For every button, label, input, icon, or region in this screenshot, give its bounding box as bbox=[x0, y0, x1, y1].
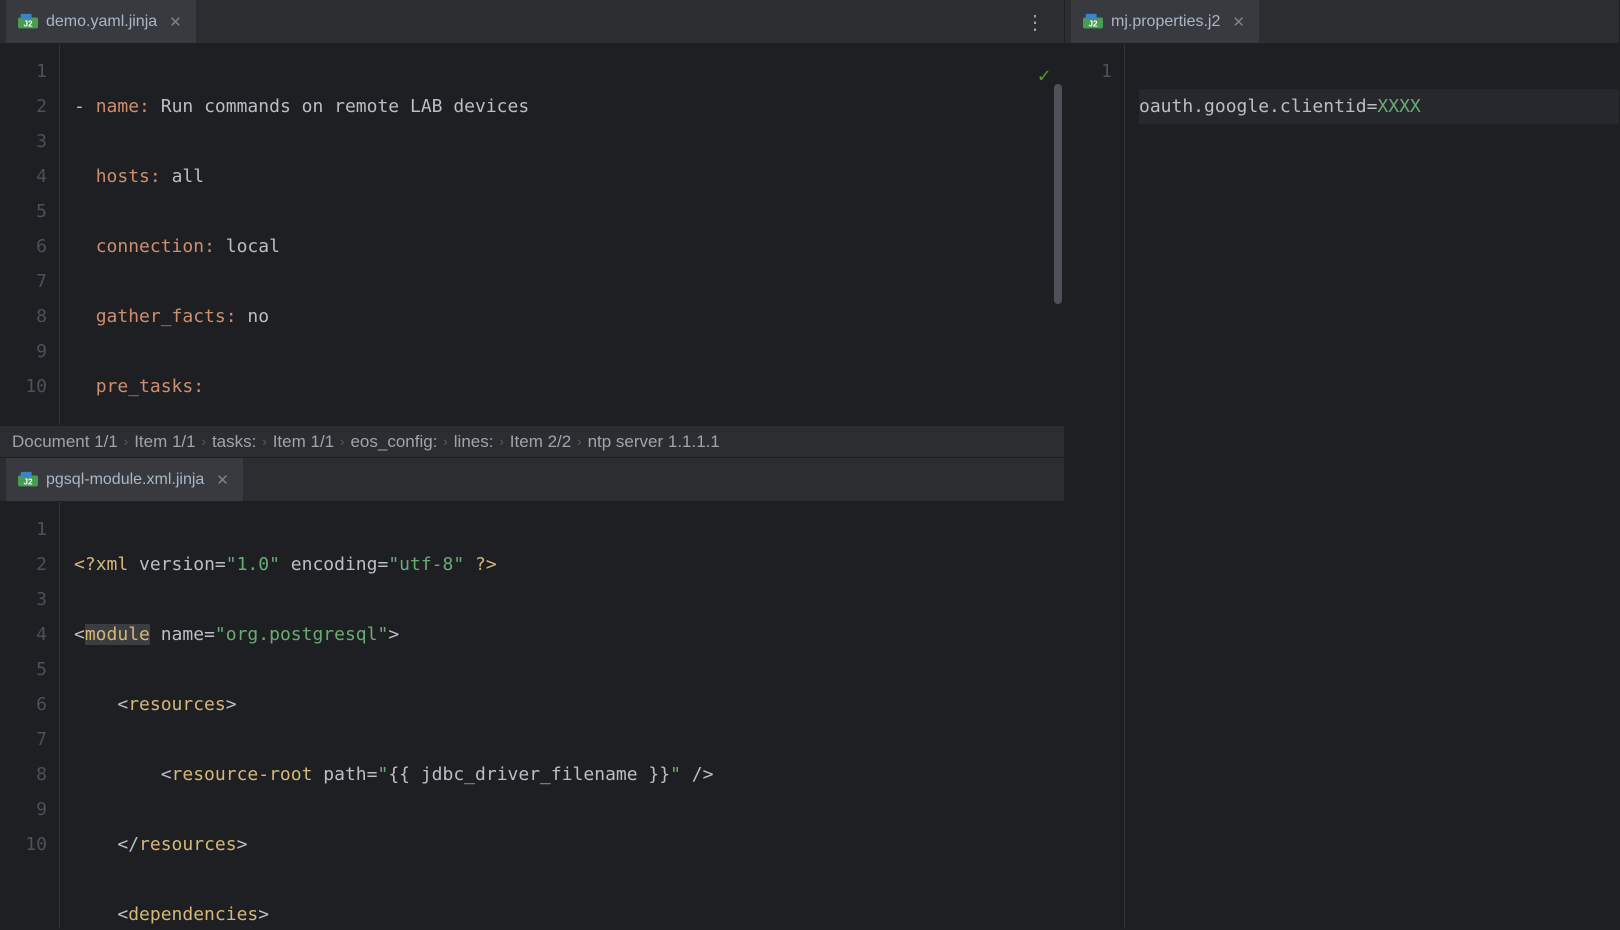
svg-text:J2: J2 bbox=[23, 477, 33, 486]
tab-label: pgsql-module.xml.jinja bbox=[46, 471, 204, 489]
editor-pane-top-left: J2 demo.yaml.jinja ✕ ⋮ 1 2 3 4 5 6 7 8 9… bbox=[0, 0, 1065, 458]
tab-bar: J2 mj.properties.j2 ✕ bbox=[1065, 0, 1619, 44]
close-icon[interactable]: ✕ bbox=[165, 13, 186, 31]
line-gutter: 1 2 3 4 5 6 7 8 9 10 bbox=[0, 502, 60, 929]
j2-icon: J2 bbox=[1083, 14, 1103, 30]
j2-icon: J2 bbox=[18, 14, 38, 30]
editor-tab-mj-properties[interactable]: J2 mj.properties.j2 ✕ bbox=[1071, 0, 1259, 43]
crumb[interactable]: eos_config: bbox=[350, 432, 437, 452]
close-icon[interactable]: ✕ bbox=[1228, 13, 1249, 31]
code-body[interactable]: oauth.google.clientid=XXXX bbox=[1125, 44, 1619, 929]
svg-text:J2: J2 bbox=[1088, 19, 1098, 28]
tab-label: demo.yaml.jinja bbox=[46, 13, 157, 31]
code-editor-yaml[interactable]: 1 2 3 4 5 6 7 8 9 10 - name: Run command… bbox=[0, 44, 1064, 425]
tab-bar: J2 pgsql-module.xml.jinja ✕ bbox=[0, 458, 1064, 502]
crumb[interactable]: Item 1/1 bbox=[134, 432, 195, 452]
code-body[interactable]: <?xml version="1.0" encoding="utf-8" ?> … bbox=[60, 502, 1064, 929]
svg-text:J2: J2 bbox=[23, 19, 33, 28]
line-gutter: 1 bbox=[1065, 44, 1125, 929]
code-editor-properties[interactable]: 1 oauth.google.clientid=XXXX bbox=[1065, 44, 1619, 929]
breadcrumb[interactable]: Document 1/1› Item 1/1› tasks:› Item 1/1… bbox=[0, 425, 1064, 457]
crumb[interactable]: ntp server 1.1.1.1 bbox=[588, 432, 720, 452]
code-editor-xml[interactable]: 1 2 3 4 5 6 7 8 9 10 <?xml version="1.0"… bbox=[0, 502, 1064, 929]
tab-bar: J2 demo.yaml.jinja ✕ ⋮ bbox=[0, 0, 1064, 44]
editor-tab-pgsql-module[interactable]: J2 pgsql-module.xml.jinja ✕ bbox=[6, 458, 243, 501]
tab-label: mj.properties.j2 bbox=[1111, 13, 1220, 31]
line-gutter: 1 2 3 4 5 6 7 8 9 10 bbox=[0, 44, 60, 425]
crumb[interactable]: Item 2/2 bbox=[510, 432, 571, 452]
editor-tab-demo-yaml[interactable]: J2 demo.yaml.jinja ✕ bbox=[6, 0, 196, 43]
crumb[interactable]: Document 1/1 bbox=[12, 432, 118, 452]
crumb[interactable]: Item 1/1 bbox=[273, 432, 334, 452]
j2-icon: J2 bbox=[18, 472, 38, 488]
crumb[interactable]: tasks: bbox=[212, 432, 256, 452]
editor-pane-bottom-left: J2 pgsql-module.xml.jinja ✕ 1 2 3 4 5 6 … bbox=[0, 458, 1065, 930]
inspection-ok-icon[interactable]: ✓ bbox=[1038, 58, 1050, 93]
crumb[interactable]: lines: bbox=[454, 432, 494, 452]
ide-root: J2 demo.yaml.jinja ✕ ⋮ 1 2 3 4 5 6 7 8 9… bbox=[0, 0, 1620, 930]
code-body[interactable]: - name: Run commands on remote LAB devic… bbox=[60, 44, 1064, 425]
close-icon[interactable]: ✕ bbox=[212, 471, 233, 489]
scrollbar[interactable] bbox=[1053, 44, 1064, 425]
editor-pane-top-right: J2 mj.properties.j2 ✕ 1 oauth.google.cli… bbox=[1065, 0, 1620, 930]
